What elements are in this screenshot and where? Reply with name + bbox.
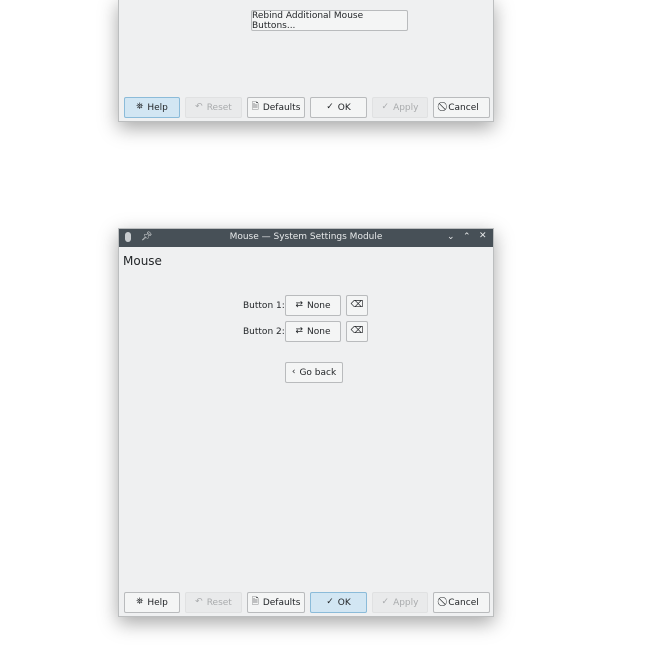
settings-sliders-icon: ⇄ [295, 300, 304, 310]
go-back-label: Go back [299, 367, 337, 378]
button-1-binding[interactable]: ⇄ None [285, 295, 341, 316]
reset-label: Reset [206, 102, 232, 113]
cancel-label: Cancel [448, 102, 479, 113]
defaults-label: Defaults [262, 597, 301, 608]
check-icon: ✓ [326, 102, 334, 112]
binding-value: None [307, 326, 331, 337]
help-label: Help [147, 597, 168, 608]
defaults-button[interactable]: 🗎 Defaults [247, 592, 305, 613]
button-2-clear[interactable]: ⌫ [346, 321, 368, 342]
help-label: Help [147, 102, 168, 113]
reset-button[interactable]: ↶ Reset [185, 592, 242, 613]
reset-label: Reset [206, 597, 232, 608]
apply-button[interactable]: ✓ Apply [372, 592, 428, 613]
help-button[interactable]: ⛯ Help [124, 97, 180, 118]
cancel-button[interactable]: ⃠Cancel [433, 97, 490, 118]
undo-icon: ↶ [195, 597, 203, 607]
defaults-button[interactable]: 🗎 Defaults [247, 97, 305, 118]
binding-value: None [307, 300, 331, 311]
go-back-button[interactable]: ‹ Go back [285, 362, 343, 383]
check-icon: ✓ [326, 597, 334, 607]
apply-label: Apply [393, 102, 419, 113]
reset-button[interactable]: ↶ Reset [185, 97, 242, 118]
document-icon: 🗎 [251, 597, 259, 607]
apply-label: Apply [393, 597, 419, 608]
help-button[interactable]: ⛯ Help [124, 592, 180, 613]
ok-label: OK [337, 597, 351, 608]
cancel-button[interactable]: ⃠Cancel [433, 592, 490, 613]
clear-icon: ⌫ [350, 300, 364, 310]
check-icon: ✓ [381, 597, 390, 607]
close-icon[interactable]: ✕ [479, 231, 487, 241]
button-1-clear[interactable]: ⌫ [346, 295, 368, 316]
button-2-label: Button 2: [243, 327, 285, 337]
defaults-label: Defaults [262, 102, 301, 113]
document-icon: 🗎 [251, 102, 259, 112]
apply-button[interactable]: ✓ Apply [372, 97, 428, 118]
help-icon: ⛯ [136, 597, 144, 607]
page-title: Mouse [123, 254, 162, 268]
check-icon: ✓ [381, 102, 390, 112]
ok-label: OK [337, 102, 351, 113]
settings-window-top: Rebind Additional Mouse Buttons... ⛯ Help… [118, 0, 494, 122]
cancel-label: Cancel [448, 597, 479, 608]
undo-icon: ↶ [195, 102, 203, 112]
window-title: Mouse — System Settings Module [229, 232, 383, 242]
settings-sliders-icon: ⇄ [295, 326, 304, 336]
title-bar[interactable]: 📌︎ Mouse — System Settings Module ⌄ ⌃ ✕ [119, 229, 493, 247]
ok-button[interactable]: ✓ OK [310, 592, 367, 613]
clear-icon: ⌫ [350, 326, 364, 336]
button-2-binding[interactable]: ⇄ None [285, 321, 341, 342]
ok-button[interactable]: ✓ OK [310, 97, 367, 118]
rebind-mouse-buttons-button[interactable]: Rebind Additional Mouse Buttons... [251, 10, 408, 31]
help-icon: ⛯ [136, 102, 144, 112]
chevron-left-icon: ‹ [291, 367, 296, 377]
maximize-icon[interactable]: ⌃ [463, 232, 471, 242]
minimize-icon[interactable]: ⌄ [447, 232, 455, 242]
button-1-label: Button 1: [243, 301, 285, 311]
settings-window-mouse: 📌︎ Mouse — System Settings Module ⌄ ⌃ ✕ … [118, 228, 494, 617]
